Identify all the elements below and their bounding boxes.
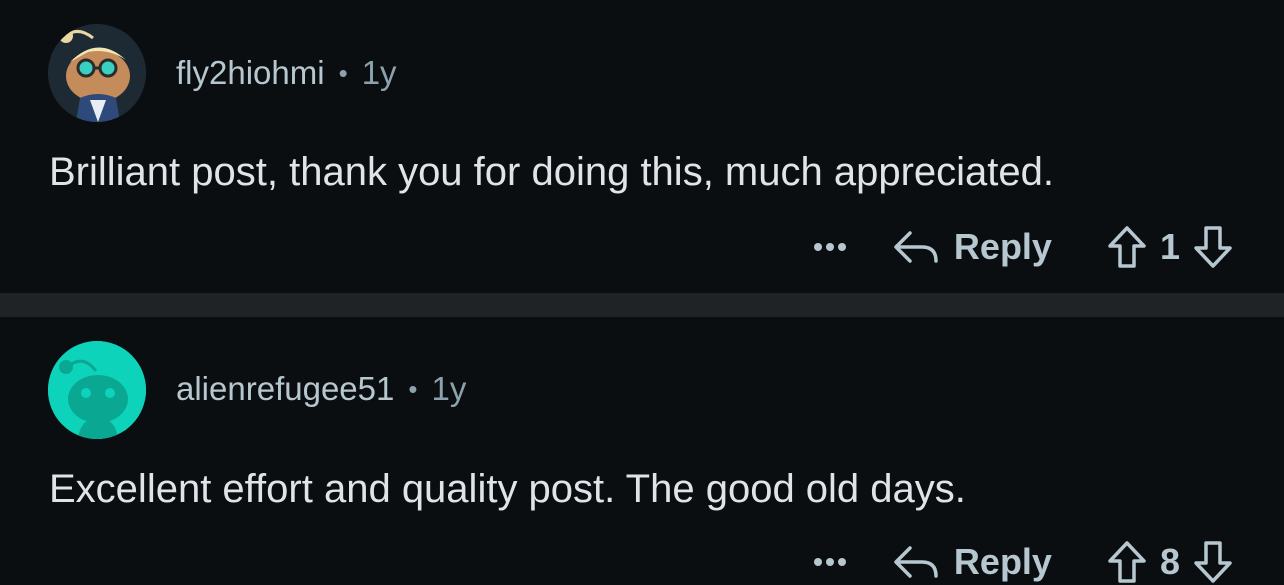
snoo-avatar-icon bbox=[48, 341, 146, 439]
vote-count: 1 bbox=[1159, 226, 1180, 267]
upvote-icon[interactable] bbox=[1106, 539, 1148, 585]
avatar[interactable] bbox=[48, 24, 146, 122]
comment-actions: Reply 8 bbox=[812, 539, 1234, 585]
reply-button[interactable]: Reply bbox=[892, 226, 1052, 268]
reply-arrow-icon bbox=[894, 546, 938, 578]
more-options-button[interactable] bbox=[812, 243, 848, 251]
upvote-icon[interactable] bbox=[1106, 224, 1148, 270]
comment-body: Excellent effort and quality post. The g… bbox=[49, 467, 966, 511]
vote-controls: 1 bbox=[1106, 224, 1234, 270]
avatar[interactable] bbox=[48, 341, 146, 439]
more-dot bbox=[837, 243, 846, 251]
comment-age: 1y bbox=[431, 370, 467, 407]
username-link[interactable]: alienrefugee51 bbox=[176, 370, 394, 408]
comment: alienrefugee51 • 1y Excellent effort and… bbox=[0, 317, 1284, 583]
comment-meta: alienrefugee51 • 1y bbox=[176, 370, 466, 408]
reply-arrow-icon bbox=[894, 231, 938, 263]
more-dot bbox=[825, 558, 834, 566]
username-link[interactable]: fly2hiohmi bbox=[176, 54, 325, 92]
reply-label: Reply bbox=[953, 541, 1052, 582]
downvote-icon[interactable] bbox=[1192, 539, 1234, 585]
more-dot bbox=[837, 558, 846, 566]
comment-meta: fly2hiohmi • 1y bbox=[176, 54, 397, 92]
more-dot bbox=[813, 558, 822, 566]
vote-count: 8 bbox=[1159, 541, 1180, 582]
more-options-button[interactable] bbox=[812, 558, 848, 566]
user-avatar-icon bbox=[48, 24, 146, 122]
comment: fly2hiohmi • 1y Brilliant post, thank yo… bbox=[0, 0, 1284, 293]
meta-separator: • bbox=[408, 373, 418, 404]
more-dot bbox=[825, 243, 834, 251]
meta-separator: • bbox=[338, 57, 348, 88]
reply-label: Reply bbox=[953, 226, 1052, 267]
comment-divider bbox=[0, 293, 1284, 317]
vote-controls: 8 bbox=[1106, 539, 1234, 585]
reply-button[interactable]: Reply bbox=[892, 541, 1052, 583]
downvote-icon[interactable] bbox=[1192, 224, 1234, 270]
comment-body: Brilliant post, thank you for doing this… bbox=[49, 150, 1054, 194]
more-dot bbox=[813, 243, 822, 251]
comment-age: 1y bbox=[361, 54, 397, 91]
comment-actions: Reply 1 bbox=[812, 224, 1234, 270]
